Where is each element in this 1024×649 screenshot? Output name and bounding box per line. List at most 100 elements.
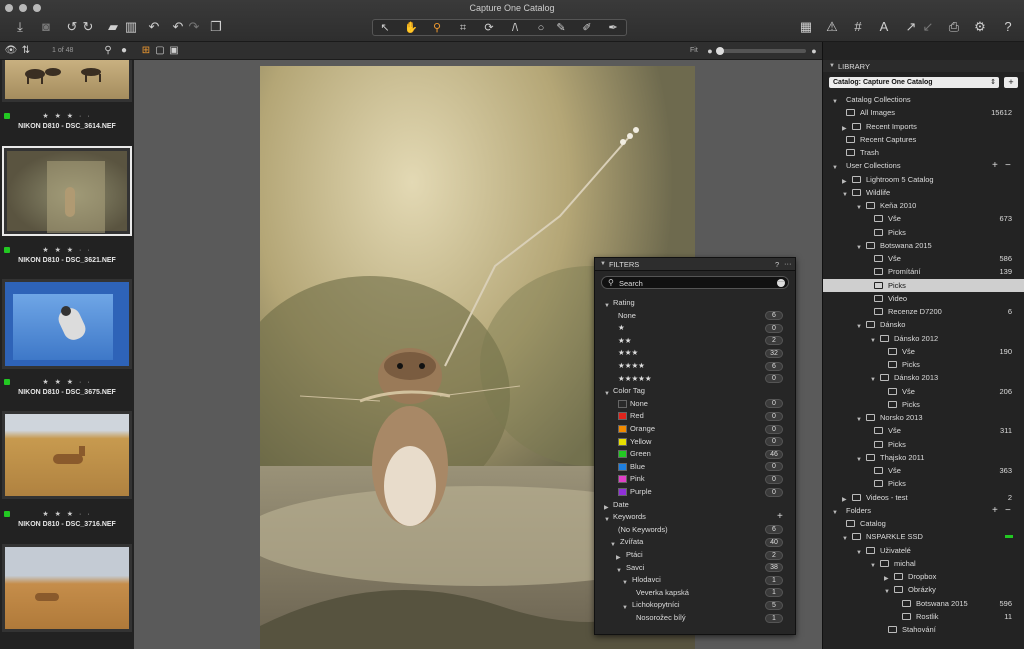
- exposure-warning-icon[interactable]: ⚠: [824, 20, 840, 34]
- library-tree-item[interactable]: Video: [823, 292, 1024, 305]
- library-tree-item[interactable]: Botswana 2015 596: [823, 597, 1024, 610]
- keyword-filter-row[interactable]: ▼ Hlodavci 1: [595, 574, 795, 586]
- new-album-icon[interactable]: ▰: [105, 20, 121, 34]
- library-tree-item[interactable]: ▶ Lightroom 5 Catalog: [823, 173, 1024, 186]
- select-cursor-icon[interactable]: ↖: [377, 21, 393, 35]
- catalog-select[interactable]: Catalog: Capture One Catalog ⇕: [829, 77, 999, 88]
- add-collection-icon[interactable]: +: [992, 159, 998, 172]
- rating-section[interactable]: ▼ Rating: [595, 297, 795, 309]
- star-rating[interactable]: ★ ★ ★ · ·: [2, 510, 132, 518]
- keyword-filter-row[interactable]: ▼ Savci 38: [595, 562, 795, 574]
- color-tag-section[interactable]: ▼ Color Tag: [595, 385, 795, 397]
- color-tag-filter-row[interactable]: Pink 0: [595, 473, 795, 485]
- library-tree-item[interactable]: ▼ Dánsko: [823, 318, 1024, 331]
- color-tag-filter-row[interactable]: Orange 0: [595, 423, 795, 435]
- library-tree-item[interactable]: Picks: [823, 278, 1024, 292]
- library-tree-item[interactable]: ▼ Norsko 2013: [823, 411, 1024, 424]
- delete-icon[interactable]: ▥: [123, 20, 139, 34]
- picker-tool-icon[interactable]: ✐: [579, 21, 595, 35]
- library-tree-item[interactable]: Picks: [823, 226, 1024, 239]
- library-tree-item[interactable]: Rostlik 11: [823, 610, 1024, 623]
- rating-filter-row[interactable]: ★ 0: [595, 322, 795, 334]
- library-tree-item[interactable]: Vše 206: [823, 385, 1024, 398]
- star-rating[interactable]: ★ ★ ★ · ·: [2, 378, 132, 386]
- color-tag-filter-row[interactable]: Blue 0: [595, 461, 795, 473]
- add-catalog-button[interactable]: +: [1004, 77, 1018, 88]
- library-tree-item[interactable]: Picks: [823, 477, 1024, 490]
- search-icon[interactable]: ⚲: [100, 44, 116, 58]
- rotate-left-icon[interactable]: ↺: [64, 20, 80, 34]
- library-tree-item[interactable]: ▼ michal: [823, 557, 1024, 570]
- color-tag-filter-row[interactable]: None 0: [595, 398, 795, 410]
- library-tree-item[interactable]: All Images 15612: [823, 106, 1024, 119]
- settings-gear-icon[interactable]: ⚙: [972, 20, 988, 34]
- eyedropper-icon[interactable]: ✒: [605, 21, 621, 35]
- rating-filter-row[interactable]: None 6: [595, 310, 795, 322]
- crop-tool-icon[interactable]: ⌗: [455, 21, 471, 35]
- keyword-filter-row[interactable]: ▼ Lichokopytníci 5: [595, 599, 795, 611]
- library-tree-item[interactable]: ▶ Dropbox: [823, 570, 1024, 583]
- star-rating[interactable]: ★ ★ ★ · ·: [2, 246, 132, 254]
- sort-icon[interactable]: ⇅: [18, 44, 34, 58]
- color-tag-filter-row[interactable]: Red 0: [595, 410, 795, 422]
- keyword-filter-row[interactable]: Nosorožec bílý 1: [595, 612, 795, 624]
- grid-overlay-icon[interactable]: #: [850, 20, 866, 34]
- rating-filter-row[interactable]: ★★★ 32: [595, 347, 795, 359]
- remove-collection-icon[interactable]: −: [1005, 159, 1011, 172]
- apply-adjustments-icon[interactable]: ↗: [903, 20, 919, 34]
- library-tree-item[interactable]: Picks: [823, 398, 1024, 411]
- keywords-section[interactable]: ▼ Keywords +: [595, 511, 795, 523]
- library-tree-item[interactable]: Catalog: [823, 517, 1024, 530]
- color-tag-filter-row[interactable]: Yellow 0: [595, 436, 795, 448]
- collapse-arrow-icon[interactable]: ▼: [829, 63, 835, 69]
- redo-icon[interactable]: ↷: [186, 20, 202, 34]
- capture-camera-icon[interactable]: ◙: [38, 20, 54, 34]
- add-collection-icon[interactable]: +: [992, 504, 998, 517]
- search-options-icon[interactable]: ···: [777, 279, 785, 287]
- library-section-row[interactable]: ▼ Catalog Collections: [823, 93, 1024, 106]
- thumbnail-image[interactable]: [2, 544, 132, 632]
- filters-search-field[interactable]: ⚲ Search ···: [601, 276, 789, 289]
- library-tree-item[interactable]: Promítání 139: [823, 265, 1024, 278]
- library-tree-item[interactable]: Picks: [823, 358, 1024, 371]
- thumbnail-image[interactable]: [2, 411, 132, 499]
- spot-removal-icon[interactable]: ○: [533, 21, 549, 35]
- zoom-slider[interactable]: [716, 47, 806, 55]
- color-tag-filter-row[interactable]: Green 46: [595, 448, 795, 460]
- filters-search-input[interactable]: Search: [619, 279, 643, 288]
- zoom-slider-handle[interactable]: [716, 47, 724, 55]
- brush-tool-icon[interactable]: ✎: [553, 21, 569, 35]
- library-tree-item[interactable]: ▼ Wildlife: [823, 186, 1024, 199]
- add-keyword-icon[interactable]: +: [777, 511, 783, 523]
- collapse-arrow-icon[interactable]: ▼: [600, 261, 606, 267]
- text-annotation-icon[interactable]: A: [876, 20, 892, 34]
- visibility-eye-icon[interactable]: 👁: [3, 44, 19, 58]
- thumbnail-image-selected[interactable]: [2, 146, 132, 236]
- zoom-tool-icon[interactable]: ⚲: [429, 21, 445, 35]
- library-tree-item[interactable]: ▼ Thajsko 2011: [823, 451, 1024, 464]
- library-tree-item[interactable]: ▼ Keňa 2010: [823, 199, 1024, 212]
- library-tree-item[interactable]: Vše 311: [823, 424, 1024, 437]
- library-tree-item[interactable]: Vše 586: [823, 252, 1024, 265]
- thumbnail-image[interactable]: [2, 60, 132, 102]
- keyword-filter-row[interactable]: ▼ Zvířata 40: [595, 536, 795, 548]
- library-tree-item[interactable]: Picks: [823, 438, 1024, 451]
- multi-view-icon[interactable]: ▣: [166, 44, 182, 58]
- print-icon[interactable]: ⎙: [946, 20, 962, 34]
- keyword-filter-row[interactable]: (No Keywords) 6: [595, 524, 795, 536]
- library-tree-item[interactable]: ▼ NSPARKLE SSD: [823, 530, 1024, 543]
- copy-adjustments-arrow-icon[interactable]: ↙: [920, 20, 936, 34]
- help-icon[interactable]: ?: [1000, 20, 1016, 34]
- rotate-tool-icon[interactable]: ⟳: [481, 21, 497, 35]
- copy-adjustments-icon[interactable]: ❐: [208, 20, 224, 34]
- library-tree-item[interactable]: ▼ Uživatelé: [823, 544, 1024, 557]
- rating-filter-row[interactable]: ★★ 2: [595, 335, 795, 347]
- keyword-filter-row[interactable]: Veverka kapská 1: [595, 587, 795, 599]
- date-section[interactable]: ▶ Date: [595, 499, 795, 511]
- thumbnail-image[interactable]: [2, 279, 132, 369]
- import-icon[interactable]: ⤓: [12, 20, 28, 34]
- library-tree-item[interactable]: ▶ Videos - test 2: [823, 491, 1024, 504]
- library-tree-item[interactable]: Vše 190: [823, 345, 1024, 358]
- undo-icon[interactable]: ↶: [170, 20, 186, 34]
- library-section-row[interactable]: ▼ Folders + −: [823, 504, 1024, 517]
